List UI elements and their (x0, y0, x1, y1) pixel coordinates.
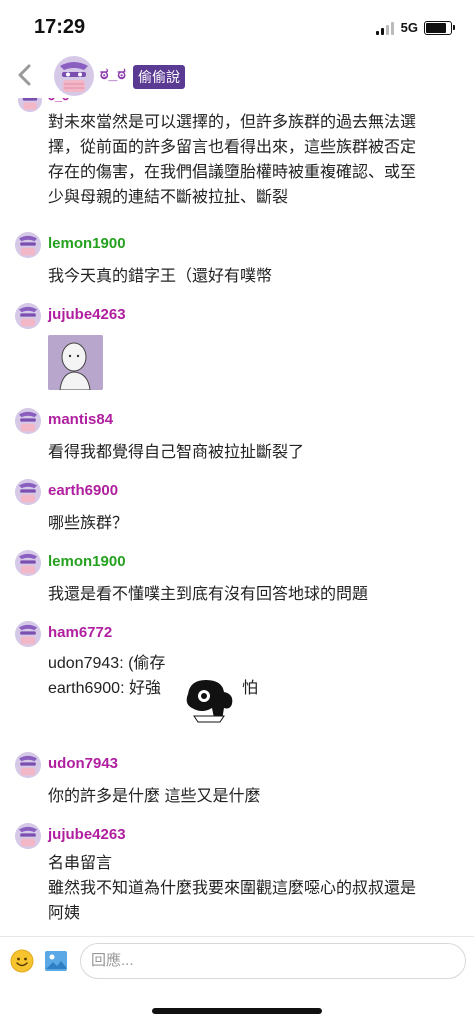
response-text: 看得我都覺得自己智商被拉扯斷裂了 (48, 444, 305, 461)
status-time: 17:29 (34, 16, 86, 38)
response-text: 對未來當然是可以選擇的，但許多族群的過去無法選 擇，從前面的許多留言也看得出來，… (48, 110, 458, 210)
poster-avatar[interactable] (54, 56, 94, 101)
battery-icon (424, 20, 455, 35)
signal-icon (375, 21, 394, 35)
response-text: 我今天真的錯字王（還好有噗幣 (48, 268, 273, 285)
response-feed[interactable]: ಠ_ಠ 對未來當然是可以選擇的，但許多族群的過去無法選 擇，從前面的許多留言也看… (0, 96, 474, 936)
mask-avatar-icon[interactable] (15, 823, 41, 849)
response-text: 哪些族群？ (48, 515, 129, 532)
text-line: 名串留言 (48, 855, 113, 872)
emoji-icon[interactable] (10, 949, 34, 973)
response-username[interactable]: mantis84 (48, 411, 113, 428)
text-line: 雖然我不知道為什麼我要來圍觀這麼噁心的叔叔還是 (48, 880, 417, 897)
text-fragment: 怕 (242, 680, 259, 697)
response-text: 名串留言 雖然我不知道為什麼我要來圍觀這麼噁心的叔叔還是 阿姨 (48, 851, 458, 926)
response-username[interactable]: jujube4263 (48, 826, 126, 843)
response-text: udon7943: (偷存 earth6900: 好強 怕 (48, 651, 458, 723)
mask-avatar-icon[interactable] (18, 96, 42, 112)
response-username[interactable]: lemon1900 (48, 553, 126, 570)
response-username[interactable]: udon7943 (48, 755, 118, 772)
poster-name[interactable]: ಠ_ಠ (100, 66, 126, 84)
response-username[interactable]: ham6772 (48, 624, 112, 641)
mask-avatar-icon (54, 56, 94, 96)
response-text: 我還是看不懂噗主到底有沒有回答地球的問題 (48, 586, 369, 603)
mask-avatar-icon[interactable] (15, 479, 41, 505)
back-chevron-icon[interactable] (14, 60, 36, 90)
mask-avatar-icon[interactable] (15, 752, 41, 778)
status-indicators: 5G (375, 20, 455, 35)
home-indicator (152, 1008, 322, 1014)
reply-placeholder: 回應... (91, 952, 134, 969)
text-line: 擇，從前面的許多留言也看得出來，這些族群被否定 (48, 139, 417, 156)
response-username[interactable]: lemon1900 (48, 235, 126, 252)
attached-image-thumbnail[interactable] (48, 335, 103, 390)
mask-avatar-icon[interactable] (15, 408, 41, 434)
response-text: 你的許多是什麼 這些又是什麼 (48, 788, 261, 805)
reply-input[interactable]: 回應... (80, 943, 466, 979)
image-icon[interactable] (44, 949, 68, 973)
response-image-wrap (48, 335, 458, 390)
person-figure-icon (48, 335, 103, 390)
text-fragment: earth6900: 好強 (48, 680, 161, 697)
response-username[interactable]: earth6900 (48, 482, 118, 499)
mask-avatar-icon[interactable] (15, 621, 41, 647)
text-line-with-sticker: earth6900: 好強 怕 (48, 676, 458, 723)
blob-sticker-icon (186, 680, 233, 723)
text-line: 存在的傷害，在我們倡議墮胎權時被重複確認、或至 (48, 164, 417, 181)
thread-header: ಠ_ಠ 偷偷說 (0, 54, 474, 98)
status-bar: 17:29 5G (0, 0, 474, 54)
whisper-badge: 偷偷說 (133, 65, 185, 89)
mask-avatar-icon[interactable] (15, 303, 41, 329)
text-line: 對未來當然是可以選擇的，但許多族群的過去無法選 (48, 114, 417, 131)
network-label: 5G (400, 20, 418, 35)
text-line: udon7943: (偷存 (48, 655, 166, 672)
mask-avatar-icon[interactable] (15, 550, 41, 576)
text-line: 少與母親的連結不斷被拉扯、斷裂 (48, 189, 289, 206)
mask-avatar-icon[interactable] (15, 232, 41, 258)
response-username[interactable]: jujube4263 (48, 306, 126, 323)
text-line: 阿姨 (48, 905, 81, 922)
